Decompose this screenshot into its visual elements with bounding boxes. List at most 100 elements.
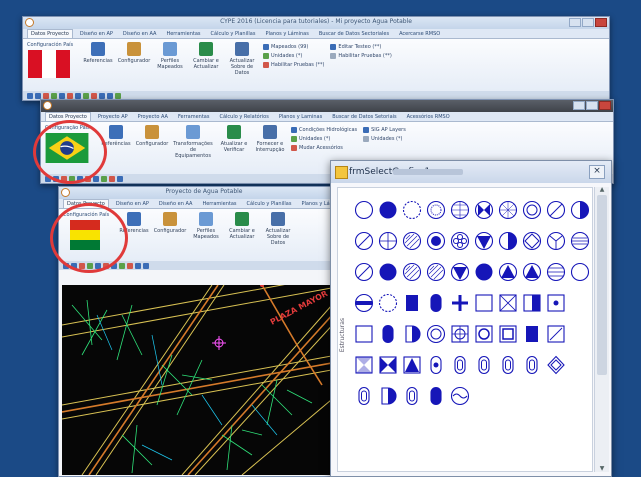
- symbol-circle-slash-icon[interactable]: [352, 225, 375, 256]
- ribbon-button[interactable]: Configurador: [136, 125, 168, 147]
- small-button[interactable]: Mudar Acessórios: [291, 145, 357, 151]
- ribbon-button[interactable]: Cambiar e Actualizar: [191, 42, 221, 70]
- tool-icon[interactable]: [135, 262, 141, 269]
- tool-icon[interactable]: [107, 92, 113, 99]
- tab[interactable]: Diseño en AA: [120, 30, 160, 38]
- ribbon-button[interactable]: Fornecer e Interrupção: [255, 125, 285, 153]
- symbol-bowtie-filled-icon[interactable]: [376, 349, 399, 380]
- maximize-button[interactable]: [586, 101, 598, 110]
- small-button[interactable]: Unidades (*): [263, 53, 324, 59]
- symbol-capsule-empty-icon[interactable]: [424, 349, 447, 380]
- symbol-half-d-icon[interactable]: [400, 318, 423, 349]
- symbol-square-x-icon[interactable]: [496, 287, 519, 318]
- symbol-circle-y-icon[interactable]: [544, 225, 567, 256]
- symbol-capsule-ring-icon[interactable]: [448, 349, 471, 380]
- symbol-circle-triangle-up-icon[interactable]: [496, 256, 519, 287]
- ribbon-button[interactable]: Transformações de Equipamentos: [173, 125, 213, 159]
- small-button[interactable]: Condições Hidrológicas: [291, 127, 357, 133]
- titlebar[interactable]: CYPE 2016 (Licencia para tutoriales) - M…: [23, 17, 609, 29]
- tab[interactable]: Cálculo y Planillas: [208, 30, 259, 38]
- symbol-capsule-ring-icon[interactable]: [472, 349, 495, 380]
- tool-icon[interactable]: [143, 262, 149, 269]
- symbol-circle-hatch-icon[interactable]: [400, 225, 423, 256]
- scroll-up-icon[interactable]: ▲: [597, 187, 607, 193]
- ribbon-button[interactable]: Referencias: [83, 42, 113, 64]
- symbol-circle-dotted-icon[interactable]: [424, 194, 447, 225]
- symbol-circle-web-icon[interactable]: [496, 194, 519, 225]
- symbol-circle-bowtie-icon[interactable]: [472, 194, 495, 225]
- close-button[interactable]: [599, 101, 611, 110]
- symbol-square-dot-icon[interactable]: [544, 287, 567, 318]
- tab[interactable]: Cálculo y Planillas: [244, 200, 295, 208]
- ribbon-button[interactable]: Perfiles Mapeados: [155, 42, 185, 70]
- tool-icon[interactable]: [59, 92, 65, 99]
- titlebar[interactable]: Proyecto de Agua Potable: [59, 187, 349, 199]
- tab[interactable]: Acercarse RMSO: [396, 30, 443, 38]
- tab[interactable]: Proyecto AA: [135, 113, 171, 121]
- node-marker[interactable]: [212, 336, 226, 350]
- symbol-square-ring-icon[interactable]: [472, 318, 495, 349]
- tool-icon[interactable]: [117, 175, 123, 182]
- small-button[interactable]: Editar Testeo (**): [330, 44, 391, 50]
- symbol-circle-dashed-icon[interactable]: [400, 194, 423, 225]
- tool-icon[interactable]: [67, 92, 73, 99]
- symbol-circle-ring-icon[interactable]: [520, 194, 543, 225]
- symbol-diamond-ring-icon[interactable]: [544, 349, 567, 380]
- tool-icon[interactable]: [35, 92, 41, 99]
- ribbon-button[interactable]: Cambiar e Actualizar: [227, 212, 257, 240]
- titlebar[interactable]: [41, 100, 613, 112]
- symbol-square-filled-icon[interactable]: [400, 287, 423, 318]
- symbol-capsule-filled-icon[interactable]: [424, 380, 447, 411]
- tab[interactable]: Planos y Laminas: [276, 113, 325, 121]
- symbol-circle-triangle-down-icon[interactable]: [448, 256, 471, 287]
- symbol-circle-diamond-icon[interactable]: [520, 225, 543, 256]
- symbol-square-empty-icon[interactable]: [352, 318, 375, 349]
- tool-icon[interactable]: [51, 92, 57, 99]
- symbol-slash-box-icon[interactable]: [544, 318, 567, 349]
- tool-icon[interactable]: [75, 92, 81, 99]
- tool-icon[interactable]: [109, 175, 115, 182]
- tab-datos-proyecto[interactable]: Datos Proyecto: [27, 29, 73, 38]
- tool-icon[interactable]: [127, 262, 133, 269]
- tool-icon[interactable]: [101, 175, 107, 182]
- dialog-titlebar[interactable]: frmSelectGrafico1 ×: [331, 161, 611, 183]
- small-button[interactable]: Unidades (*): [291, 136, 357, 142]
- tab[interactable]: Proyecto AP: [95, 113, 131, 121]
- tab[interactable]: Cálculo y Relatórios: [216, 113, 271, 121]
- symbol-circle-triangle-down-icon[interactable]: [472, 225, 495, 256]
- small-button[interactable]: SIG AP Layers: [363, 127, 406, 133]
- tab[interactable]: Diseño en AP: [113, 200, 152, 208]
- symbol-circle-hbar-icon[interactable]: [352, 287, 375, 318]
- symbol-capsule-ring-icon[interactable]: [352, 380, 375, 411]
- ribbon-button[interactable]: Configurador: [154, 212, 186, 234]
- symbol-circle-hatch-icon[interactable]: [424, 256, 447, 287]
- symbol-circle-grid-icon[interactable]: [448, 194, 471, 225]
- symbol-circle-filled-icon[interactable]: [472, 256, 495, 287]
- symbol-square-filled-icon[interactable]: [520, 318, 543, 349]
- symbol-capsule-ring-icon[interactable]: [496, 349, 519, 380]
- tab[interactable]: Buscar de Datos Sectoriales: [316, 30, 392, 38]
- symbol-circle-dashed-icon[interactable]: [376, 287, 399, 318]
- symbol-circle-flower-icon[interactable]: [448, 225, 471, 256]
- minimize-button[interactable]: [569, 18, 581, 27]
- ribbon-button[interactable]: Atualizar e Verificar: [219, 125, 249, 153]
- symbol-plus-bar-icon[interactable]: [448, 287, 471, 318]
- symbol-triangle-box-icon[interactable]: [400, 349, 423, 380]
- symbol-hourglass-icon[interactable]: [352, 349, 375, 380]
- symbol-circle-empty-icon[interactable]: [568, 256, 591, 287]
- symbol-circle-slash-icon[interactable]: [352, 256, 375, 287]
- cad-drawing-area[interactable]: PLAZA MAYOR: [62, 285, 337, 475]
- symbol-circle-empty-icon[interactable]: [352, 194, 375, 225]
- tab[interactable]: Herramientas: [163, 30, 203, 38]
- small-button[interactable]: Mapeados (99): [263, 44, 324, 50]
- tool-icon[interactable]: [27, 92, 33, 99]
- small-button[interactable]: Unidades (*): [363, 136, 406, 142]
- tool-icon[interactable]: [99, 92, 105, 99]
- symbol-circle-ring-icon[interactable]: [424, 318, 447, 349]
- tool-icon[interactable]: [119, 262, 125, 269]
- tab[interactable]: Ferramentas: [175, 113, 213, 121]
- tool-icon[interactable]: [43, 92, 49, 99]
- symbol-circle-small-filled-icon[interactable]: [424, 225, 447, 256]
- close-icon[interactable]: ×: [589, 165, 605, 179]
- symbol-circle-quarter-icon[interactable]: [568, 194, 591, 225]
